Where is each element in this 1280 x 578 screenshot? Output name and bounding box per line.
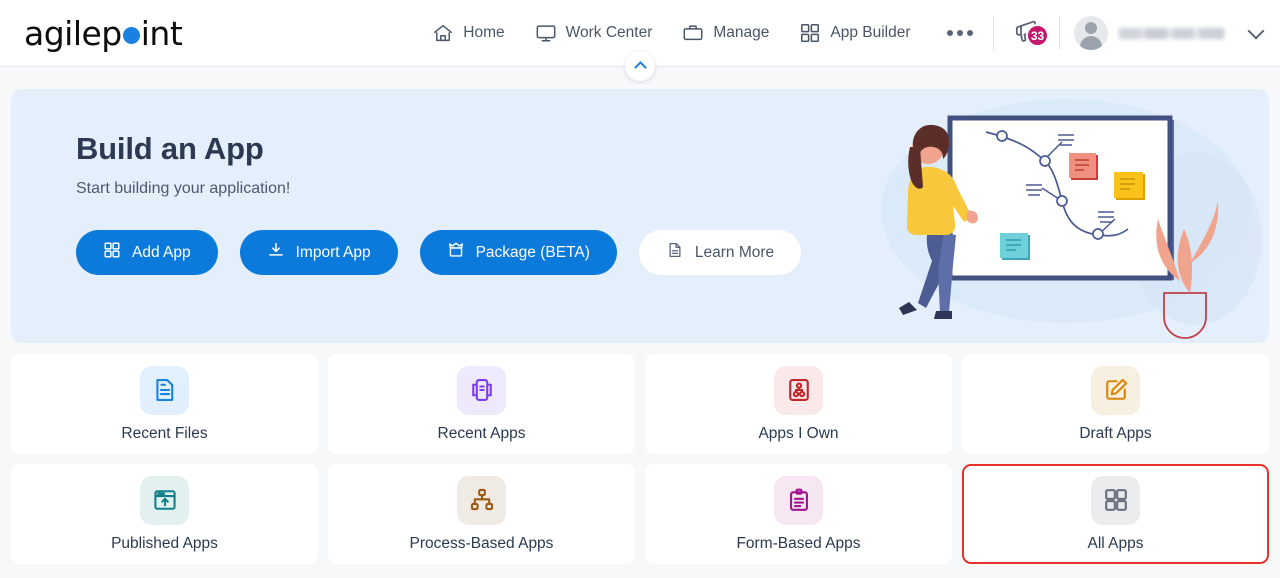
tile-published-apps[interactable]: Published Apps bbox=[11, 464, 318, 564]
logo-text-right: int bbox=[140, 13, 183, 53]
clipboard-form-icon bbox=[774, 475, 823, 525]
tile-form-based-apps[interactable]: Form-Based Apps bbox=[645, 464, 952, 564]
app-window-icon bbox=[457, 365, 506, 415]
nav-label-app-builder: App Builder bbox=[830, 24, 911, 41]
nav-item-home[interactable]: Home bbox=[432, 22, 505, 44]
ellipsis-dot-icon bbox=[966, 30, 973, 36]
import-app-label: Import App bbox=[295, 243, 371, 261]
avatar bbox=[1074, 16, 1108, 50]
tile-process-based-apps[interactable]: Process-Based Apps bbox=[328, 464, 635, 564]
tile-apps-i-own[interactable]: Apps I Own bbox=[645, 354, 952, 454]
agilepoint-logo[interactable]: agilep int bbox=[24, 13, 183, 53]
tile-label: Recent Apps bbox=[437, 424, 526, 442]
nav-label-home: Home bbox=[463, 24, 505, 41]
tile-label: Process-Based Apps bbox=[409, 534, 554, 552]
tile-label: Form-Based Apps bbox=[736, 534, 861, 552]
package-beta-label: Package (BETA) bbox=[475, 243, 590, 261]
header-right-section: 33 bbox=[989, 0, 1280, 66]
nav-more-button[interactable] bbox=[941, 30, 979, 36]
download-icon bbox=[267, 241, 285, 264]
hierarchy-icon bbox=[457, 475, 506, 525]
edit-pencil-icon bbox=[1091, 365, 1140, 415]
build-an-app-banner: Build an App Start building your applica… bbox=[11, 89, 1269, 343]
briefcase-icon bbox=[682, 22, 704, 44]
nav-label-work-center: Work Center bbox=[565, 24, 653, 41]
tile-all-apps[interactable]: All Apps bbox=[962, 464, 1269, 564]
grid-squares-icon bbox=[1091, 475, 1140, 525]
import-app-button[interactable]: Import App bbox=[239, 230, 398, 275]
tile-recent-apps[interactable]: Recent Apps bbox=[328, 354, 635, 454]
tile-recent-files[interactable]: Recent Files bbox=[11, 354, 318, 454]
home-icon bbox=[432, 22, 454, 44]
page-subtitle: Start building your application! bbox=[76, 180, 291, 197]
add-app-button[interactable]: Add App bbox=[76, 230, 218, 275]
main-navigation: Home Work Center Manage App Builder bbox=[432, 22, 978, 44]
notification-count-badge: 33 bbox=[1026, 24, 1049, 47]
org-chart-icon bbox=[774, 365, 823, 415]
header-divider bbox=[993, 16, 994, 50]
page-title: Build an App bbox=[76, 131, 264, 166]
chevron-up-icon bbox=[633, 61, 647, 74]
learn-more-button[interactable]: Learn More bbox=[638, 230, 802, 275]
shortcut-tiles-grid: Recent Files Recent Apps Apps I Own Draf… bbox=[11, 354, 1269, 564]
nav-label-manage: Manage bbox=[713, 24, 770, 41]
document-icon bbox=[666, 241, 684, 264]
chevron-down-icon bbox=[1247, 22, 1265, 39]
logo-dot-icon bbox=[122, 26, 140, 44]
grid-icon bbox=[103, 241, 121, 264]
app-header: agilep int Home Work Center Manage App B… bbox=[0, 0, 1280, 81]
tile-label: Draft Apps bbox=[1079, 424, 1152, 442]
publish-upload-icon bbox=[140, 475, 189, 525]
banner-actions: Add App Import App Package (BETA) Learn … bbox=[76, 230, 1269, 275]
tile-label: Recent Files bbox=[121, 424, 208, 442]
collapse-banner-button[interactable] bbox=[625, 51, 655, 81]
package-beta-button[interactable]: Package (BETA) bbox=[419, 230, 617, 275]
banner-text-block: Build an App Start building your applica… bbox=[11, 89, 1269, 275]
ellipsis-dot-icon bbox=[956, 30, 963, 36]
nav-item-manage[interactable]: Manage bbox=[682, 22, 769, 44]
nav-item-work-center[interactable]: Work Center bbox=[535, 22, 653, 44]
header-divider bbox=[1059, 16, 1060, 50]
learn-more-label: Learn More bbox=[694, 243, 775, 261]
logo-text-left: agilep bbox=[24, 13, 122, 53]
tile-label: Published Apps bbox=[111, 534, 218, 552]
file-document-icon bbox=[140, 365, 189, 415]
grid-icon bbox=[799, 22, 821, 44]
nav-item-app-builder[interactable]: App Builder bbox=[799, 22, 911, 44]
user-menu[interactable] bbox=[1064, 16, 1280, 50]
tile-label: All Apps bbox=[1087, 534, 1144, 552]
tile-draft-apps[interactable]: Draft Apps bbox=[962, 354, 1269, 454]
tile-label: Apps I Own bbox=[758, 424, 839, 442]
package-icon bbox=[447, 241, 465, 264]
notifications-button[interactable]: 33 bbox=[998, 16, 1055, 50]
user-name-label bbox=[1119, 22, 1239, 44]
monitor-icon bbox=[535, 22, 557, 44]
ellipsis-dot-icon bbox=[946, 30, 953, 36]
add-app-label: Add App bbox=[132, 243, 191, 261]
